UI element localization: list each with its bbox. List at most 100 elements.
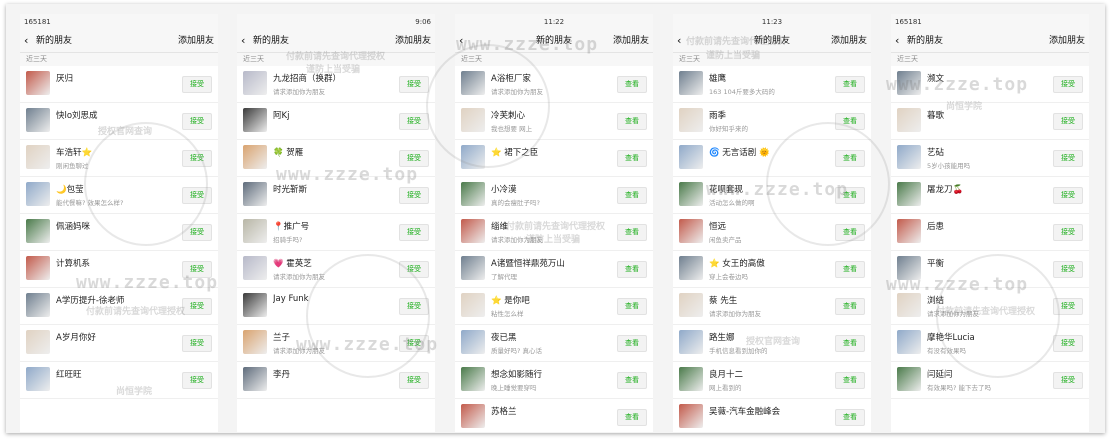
- view-button[interactable]: 查看: [835, 335, 865, 352]
- friend-request-row[interactable]: 时光靳斯 接受: [237, 177, 435, 214]
- friend-request-row[interactable]: 红旺旺 接受: [20, 362, 218, 399]
- back-arrow-icon[interactable]: ‹: [895, 30, 899, 52]
- add-friend-link[interactable]: 添加朋友: [395, 30, 431, 52]
- friend-request-row[interactable]: 李丹 接受: [237, 362, 435, 399]
- view-button[interactable]: 查看: [835, 150, 865, 167]
- friend-request-row[interactable]: 良月十二 网上看到的 查看: [673, 362, 871, 399]
- back-arrow-icon[interactable]: ‹: [241, 30, 245, 52]
- add-friend-link[interactable]: 添加朋友: [613, 30, 649, 52]
- friend-request-row[interactable]: A诸暨恒祥鼎苑万山 了解代理 查看: [455, 251, 653, 288]
- accept-button[interactable]: 接受: [1053, 150, 1083, 167]
- add-friend-link[interactable]: 添加朋友: [831, 30, 867, 52]
- friend-request-row[interactable]: 蔡 先生 请求添加你为朋友 查看: [673, 288, 871, 325]
- friend-request-row[interactable]: 平衡 接受: [891, 251, 1089, 288]
- friend-request-row[interactable]: 后患 接受: [891, 214, 1089, 251]
- view-button[interactable]: 查看: [617, 298, 647, 315]
- friend-request-row[interactable]: 九龙招商（换群） 请求添加你为朋友 接受: [237, 66, 435, 103]
- accept-button[interactable]: 接受: [1053, 372, 1083, 389]
- view-button[interactable]: 查看: [617, 224, 647, 241]
- friend-request-row[interactable]: ⭐ 是你吧 粘性怎么样 查看: [455, 288, 653, 325]
- view-button[interactable]: 查看: [617, 409, 647, 426]
- view-button[interactable]: 查看: [835, 372, 865, 389]
- accept-button[interactable]: 接受: [1053, 335, 1083, 352]
- view-button[interactable]: 查看: [617, 372, 647, 389]
- friend-request-row[interactable]: A浴柜厂家 请求添加你为朋友 查看: [455, 66, 653, 103]
- accept-button[interactable]: 接受: [1053, 298, 1083, 315]
- friend-request-row[interactable]: 苏格兰 查看: [455, 399, 653, 432]
- accept-button[interactable]: 接受: [182, 76, 212, 93]
- view-button[interactable]: 查看: [835, 76, 865, 93]
- accept-button[interactable]: 接受: [182, 261, 212, 278]
- view-button[interactable]: 查看: [835, 113, 865, 130]
- view-button[interactable]: 查看: [835, 298, 865, 315]
- friend-request-row[interactable]: ⭐ 裙下之臣 查看: [455, 140, 653, 177]
- accept-button[interactable]: 接受: [1053, 261, 1083, 278]
- view-button[interactable]: 查看: [617, 113, 647, 130]
- friend-request-row[interactable]: 花呗套现 活动怎么做的啊 查看: [673, 177, 871, 214]
- accept-button[interactable]: 接受: [399, 76, 429, 93]
- accept-button[interactable]: 接受: [182, 113, 212, 130]
- friend-request-row[interactable]: ⭐ 女王的高傲 穿上会卷边吗 查看: [673, 251, 871, 288]
- friend-request-row[interactable]: 小冷漠 真的会瘦肚子吗? 查看: [455, 177, 653, 214]
- friend-request-row[interactable]: 冷芙刺心 我也想要 网上 查看: [455, 103, 653, 140]
- view-button[interactable]: 查看: [835, 224, 865, 241]
- friend-request-row[interactable]: 雨季 你好知乎来的 查看: [673, 103, 871, 140]
- accept-button[interactable]: 接受: [182, 298, 212, 315]
- friend-request-row[interactable]: 快lo刘思成 接受: [20, 103, 218, 140]
- accept-button[interactable]: 接受: [399, 298, 429, 315]
- accept-button[interactable]: 接受: [182, 335, 212, 352]
- add-friend-link[interactable]: 添加朋友: [1049, 30, 1085, 52]
- accept-button[interactable]: 接受: [399, 187, 429, 204]
- accept-button[interactable]: 接受: [399, 150, 429, 167]
- friend-request-row[interactable]: A岁月你好 接受: [20, 325, 218, 362]
- friend-request-row[interactable]: 雄鹰 163 104斤要多大码的 查看: [673, 66, 871, 103]
- view-button[interactable]: 查看: [617, 76, 647, 93]
- accept-button[interactable]: 接受: [1053, 76, 1083, 93]
- accept-button[interactable]: 接受: [1053, 113, 1083, 130]
- friend-request-row[interactable]: 兰子 请求添加你为朋友 接受: [237, 325, 435, 362]
- friend-request-row[interactable]: 厌归 接受: [20, 66, 218, 103]
- view-button[interactable]: 查看: [617, 335, 647, 352]
- friend-request-row[interactable]: A学历提升-徐老师 接受: [20, 288, 218, 325]
- friend-request-row[interactable]: 夜已黑 质量好吗? 真心话 查看: [455, 325, 653, 362]
- friend-request-row[interactable]: 浏结 请求添加你为朋友 接受: [891, 288, 1089, 325]
- friend-request-row[interactable]: 艺砧 5岁小孩能用吗 接受: [891, 140, 1089, 177]
- back-arrow-icon[interactable]: ‹: [24, 30, 28, 52]
- accept-button[interactable]: 接受: [1053, 187, 1083, 204]
- friend-request-row[interactable]: 车浩轩⭐ 刚闲鱼聊过 接受: [20, 140, 218, 177]
- view-button[interactable]: 查看: [835, 409, 865, 426]
- view-button[interactable]: 查看: [835, 187, 865, 204]
- friend-request-row[interactable]: 缁维 请求添加你为朋友 查看: [455, 214, 653, 251]
- view-button[interactable]: 查看: [617, 150, 647, 167]
- accept-button[interactable]: 接受: [399, 372, 429, 389]
- friend-request-row[interactable]: 想念如影随行 晚上睡觉要穿吗 查看: [455, 362, 653, 399]
- view-button[interactable]: 查看: [835, 261, 865, 278]
- accept-button[interactable]: 接受: [182, 187, 212, 204]
- friend-request-row[interactable]: 暮歌 接受: [891, 103, 1089, 140]
- friend-request-row[interactable]: 吴薇-汽车金融峰会 查看: [673, 399, 871, 432]
- friend-request-row[interactable]: 恒远 闲鱼卖产品 查看: [673, 214, 871, 251]
- accept-button[interactable]: 接受: [1053, 224, 1083, 241]
- accept-button[interactable]: 接受: [182, 150, 212, 167]
- friend-request-row[interactable]: Jay Funk 接受: [237, 288, 435, 325]
- friend-request-row[interactable]: 计算机系 接受: [20, 251, 218, 288]
- friend-request-row[interactable]: 摩艳华Lucia 有没有效果吗 接受: [891, 325, 1089, 362]
- friend-request-row[interactable]: 闫延闫 有效果吗? 能下去了吗 接受: [891, 362, 1089, 399]
- friend-request-row[interactable]: 📍推广号 招骑手吗? 接受: [237, 214, 435, 251]
- friend-request-row[interactable]: 屠龙刀🍒 接受: [891, 177, 1089, 214]
- view-button[interactable]: 查看: [617, 261, 647, 278]
- friend-request-row[interactable]: 🍀 贺雁 接受: [237, 140, 435, 177]
- friend-request-row[interactable]: 佩涵妈咪 接受: [20, 214, 218, 251]
- friend-request-row[interactable]: 🌙包莹 能代餐嘛? 效果怎么样? 接受: [20, 177, 218, 214]
- view-button[interactable]: 查看: [617, 187, 647, 204]
- accept-button[interactable]: 接受: [182, 372, 212, 389]
- accept-button[interactable]: 接受: [399, 335, 429, 352]
- accept-button[interactable]: 接受: [399, 113, 429, 130]
- add-friend-link[interactable]: 添加朋友: [178, 30, 214, 52]
- friend-request-row[interactable]: 濒文 接受: [891, 66, 1089, 103]
- friend-request-row[interactable]: 💗 霍英芝 请求添加你为朋友 接受: [237, 251, 435, 288]
- friend-request-row[interactable]: 阿Kj 接受: [237, 103, 435, 140]
- accept-button[interactable]: 接受: [399, 261, 429, 278]
- friend-request-row[interactable]: 🌀 无言话剧 🌞 查看: [673, 140, 871, 177]
- friend-request-row[interactable]: 路生娜 手机信息看到加你的 查看: [673, 325, 871, 362]
